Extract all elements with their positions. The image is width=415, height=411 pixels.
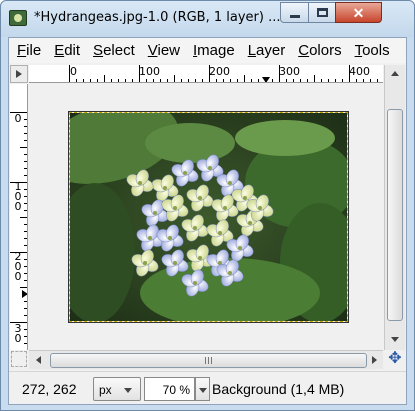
hruler-label-400: 400 xyxy=(349,65,370,78)
status-bar: 272, 262 px 70 % Background (1,4 MB) xyxy=(9,371,406,404)
grip-icon xyxy=(205,357,212,364)
hruler-label-0: 0 xyxy=(70,65,77,78)
hydrangea-image[interactable] xyxy=(68,111,349,323)
menu-image[interactable]: Image xyxy=(193,42,235,59)
vertical-scrollbar[interactable] xyxy=(384,65,405,350)
arrow-down-icon xyxy=(390,337,399,342)
scroll-right-button[interactable] xyxy=(365,351,384,368)
menu-layer[interactable]: Layer xyxy=(248,42,286,59)
horizontal-ruler[interactable]: 0 100 200 300 400 xyxy=(29,65,383,83)
vruler-label-300: 3 0 xyxy=(14,322,22,345)
chevron-down-icon xyxy=(124,388,132,393)
menu-bar: File Edit Select View Image Layer Colors… xyxy=(9,38,406,63)
minimize-button[interactable] xyxy=(280,2,309,23)
image-menu-button[interactable] xyxy=(10,65,28,83)
gimp-image-window: *Hydrangeas.jpg-1.0 (RGB, 1 layer) ... ✕… xyxy=(0,0,415,411)
image-canvas[interactable] xyxy=(29,84,383,350)
navigate-icon[interactable]: ✥ xyxy=(386,349,404,367)
horizontal-scrollbar[interactable] xyxy=(29,350,383,369)
close-icon: ✕ xyxy=(352,4,365,21)
scroll-left-button[interactable] xyxy=(29,351,48,368)
unit-value: px xyxy=(99,383,112,397)
window-title: *Hydrangeas.jpg-1.0 (RGB, 1 layer) ... xyxy=(34,10,281,25)
vruler-label-0: 0 xyxy=(14,112,22,125)
menu-tools[interactable]: Tools xyxy=(355,42,390,59)
pointer-marker-y xyxy=(22,290,27,298)
hruler-label-300: 300 xyxy=(279,65,300,78)
unit-selector[interactable]: px xyxy=(93,377,141,401)
image-window-client: File Edit Select View Image Layer Colors… xyxy=(8,37,407,405)
title-bar[interactable]: *Hydrangeas.jpg-1.0 (RGB, 1 layer) ... ✕ xyxy=(1,1,414,37)
quick-mask-toggle[interactable] xyxy=(11,351,27,367)
hruler-label-200: 200 xyxy=(209,65,230,78)
zoom-dropdown-button[interactable] xyxy=(195,377,210,401)
hydrangea-photo xyxy=(70,113,347,321)
close-button[interactable]: ✕ xyxy=(335,2,382,23)
gimp-image-icon[interactable] xyxy=(9,10,27,26)
vruler-label-200: 2 0 0 xyxy=(14,250,22,283)
menu-file[interactable]: File xyxy=(17,42,41,59)
status-message: Background (1,4 MB) xyxy=(212,381,345,397)
arrow-left-icon xyxy=(36,355,41,364)
maximize-button[interactable] xyxy=(308,2,336,23)
maximize-icon xyxy=(316,8,328,17)
arrow-right-icon xyxy=(372,355,377,364)
pointer-coordinates: 272, 262 xyxy=(22,381,77,397)
zoom-input[interactable]: 70 % xyxy=(144,377,195,401)
vertical-scroll-thumb[interactable] xyxy=(387,109,403,321)
horizontal-scroll-thumb[interactable] xyxy=(50,353,367,368)
menu-select[interactable]: Select xyxy=(93,42,135,59)
hruler-label-100: 100 xyxy=(139,65,160,78)
pointer-marker-x xyxy=(262,77,270,82)
horizontal-ruler-ticks xyxy=(69,65,378,82)
vertical-ruler[interactable]: 0 1 0 0 2 0 0 3 0 xyxy=(10,84,28,350)
scroll-down-button[interactable] xyxy=(385,331,404,348)
minimize-icon xyxy=(289,14,300,18)
scroll-up-button[interactable] xyxy=(385,65,404,82)
vruler-label-100: 1 0 0 xyxy=(14,180,22,213)
menu-edit[interactable]: Edit xyxy=(54,42,80,59)
arrow-up-icon xyxy=(390,71,399,76)
chevron-down-icon xyxy=(199,388,207,393)
menu-view[interactable]: View xyxy=(148,42,180,59)
menu-colors[interactable]: Colors xyxy=(298,42,341,59)
